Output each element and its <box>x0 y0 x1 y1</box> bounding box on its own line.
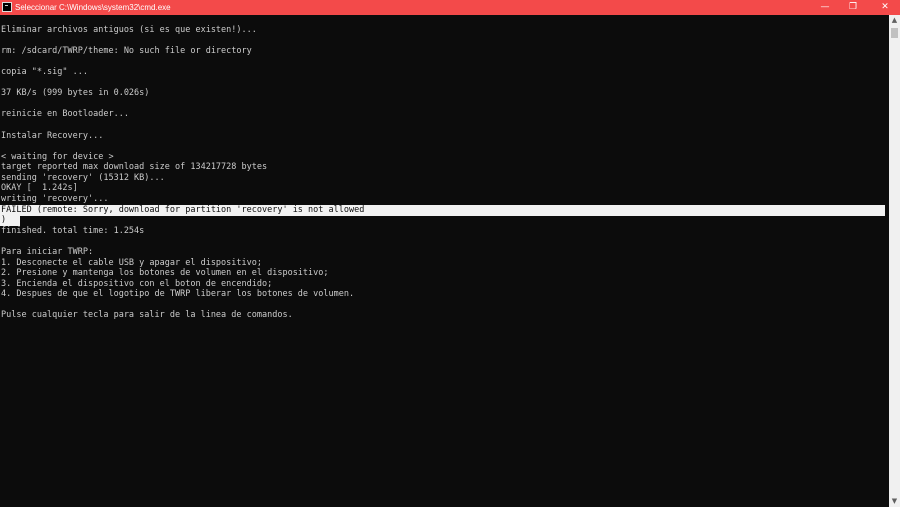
console-line: Para iniciar TWRP: <box>1 247 94 257</box>
console-line: rm: /sdcard/TWRP/theme: No such file or … <box>1 46 252 56</box>
console-line-selected: ) <box>0 215 20 226</box>
console-line: finished. total time: 1.254s <box>1 226 145 236</box>
close-button[interactable]: ✕ <box>870 0 900 15</box>
console-line: Instalar Recovery... <box>1 131 104 141</box>
console-line: writing 'recovery'... <box>1 194 109 204</box>
console-line: reinicie en Bootloader... <box>1 109 129 119</box>
console-line: OKAY [ 1.242s] <box>1 183 78 193</box>
console-line: 37 KB/s (999 bytes in 0.026s) <box>1 88 150 98</box>
console-line: 2. Presione y mantenga los botones de vo… <box>1 268 329 278</box>
window-title: Seleccionar C:\Windows\system32\cmd.exe <box>15 3 171 12</box>
console-line: 4. Despues de que el logotipo de TWRP li… <box>1 289 355 299</box>
scroll-down-arrow-icon[interactable]: ▼ <box>889 496 900 507</box>
console-line-selected: FAILED (remote: Sorry, download for part… <box>0 205 885 216</box>
console-line: Pulse cualquier tecla para salir de la l… <box>1 310 293 320</box>
console-line: copia "*.sig" ... <box>1 67 88 77</box>
title-bar[interactable]: Seleccionar C:\Windows\system32\cmd.exe … <box>0 0 900 15</box>
minimize-button[interactable]: — <box>810 0 840 15</box>
console-line: target reported max download size of 134… <box>1 162 268 172</box>
restore-button[interactable]: ❐ <box>838 0 868 15</box>
scroll-up-arrow-icon[interactable]: ▲ <box>889 15 900 26</box>
console-output[interactable]: Eliminar archivos antiguos (si es que ex… <box>0 15 889 507</box>
scroll-thumb[interactable] <box>891 28 898 38</box>
console-line: Eliminar archivos antiguos (si es que ex… <box>1 25 257 35</box>
vertical-scrollbar[interactable]: ▲ ▼ <box>889 15 900 507</box>
cmd-icon[interactable] <box>2 2 12 12</box>
